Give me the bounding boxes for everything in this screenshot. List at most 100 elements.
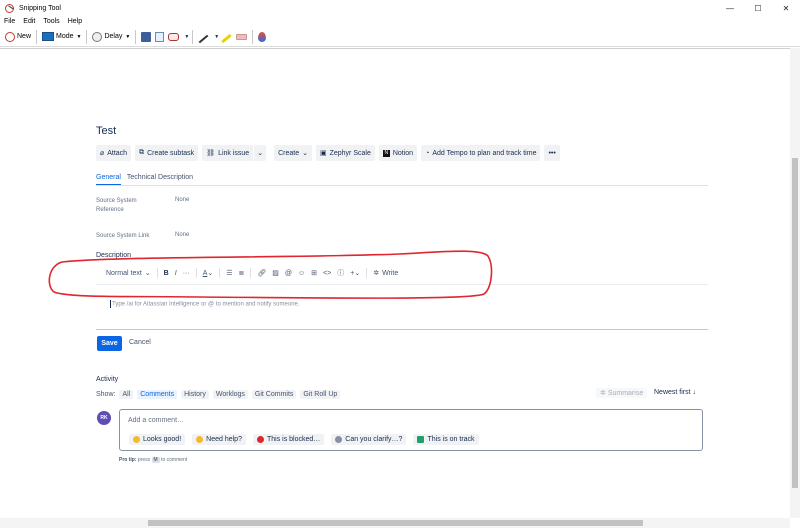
link-button[interactable]: 🔗︎	[257, 269, 266, 277]
notion-icon: N	[382, 149, 390, 157]
eraser-icon	[236, 33, 248, 40]
comment-input[interactable]: Add a comment…	[128, 417, 184, 424]
table-button[interactable]: ⊞	[311, 269, 317, 277]
minimize-button[interactable]: —	[716, 0, 744, 16]
bold-button[interactable]: B	[164, 270, 169, 277]
write-label: Write	[382, 269, 399, 277]
cancel-button[interactable]: Cancel	[129, 339, 151, 346]
link-icon: ⛓	[206, 150, 216, 157]
filter-git-roll-up[interactable]: Git Roll Up	[300, 389, 341, 399]
description-editor[interactable]: Normal text ⌄ B I ··· A⌄ ☰ ≣ 🔗︎ ▨ @ ☺ ⊞ …	[96, 262, 708, 330]
chevron-down-icon: ⌄	[257, 150, 264, 157]
summarise-button[interactable]: ✲ Summarise	[596, 388, 648, 398]
filter-all[interactable]: All	[119, 389, 134, 399]
horizontal-scrollbar[interactable]	[0, 518, 790, 528]
avatar[interactable]: RK	[97, 411, 111, 425]
editor-toolbar: Normal text ⌄ B I ··· A⌄ ☰ ≣ 🔗︎ ▨ @ ☺ ⊞ …	[106, 267, 404, 279]
sort-order-button[interactable]: Newest first ↓	[654, 389, 696, 396]
numbered-list-button[interactable]: ≣	[239, 269, 245, 277]
text-color-button[interactable]: A⌄	[203, 269, 214, 277]
insert-button[interactable]: +⌄	[350, 269, 360, 277]
delay-button[interactable]: Delay ▼	[90, 29, 132, 45]
source-system-reference-value[interactable]: None	[175, 197, 189, 203]
menu-edit[interactable]: Edit	[23, 18, 35, 25]
more-actions-button[interactable]: •••	[544, 145, 560, 161]
create-button[interactable]: Create ⌄	[274, 145, 312, 161]
save-snip-button[interactable]	[139, 29, 153, 45]
mode-icon	[42, 32, 55, 41]
tempo-button[interactable]: ◔ Add Tempo to plan and track time	[421, 145, 541, 161]
zephyr-scale-button[interactable]: ▣ Zephyr Scale	[315, 145, 375, 161]
mode-dropdown-icon[interactable]: ▼	[77, 34, 82, 40]
info-icon: ⓘ	[337, 270, 345, 277]
bullet-list-button[interactable]: ☰	[226, 269, 232, 277]
snipping-tool-icon	[4, 3, 14, 13]
ai-sparkle-icon: ✲	[373, 270, 380, 277]
mention-button[interactable]: @	[285, 270, 292, 277]
vertical-scrollbar[interactable]	[790, 48, 800, 518]
paint3d-button[interactable]	[256, 29, 268, 45]
quick-reply-need-help[interactable]: Need help?	[192, 434, 246, 445]
notion-button[interactable]: N Notion	[378, 145, 418, 161]
filter-worklogs[interactable]: Worklogs	[212, 389, 248, 399]
filter-comments[interactable]: Comments	[137, 389, 178, 399]
send-dropdown-icon[interactable]: ▼	[184, 34, 189, 40]
magnifier-icon	[335, 436, 343, 443]
subtask-icon: ⧉	[139, 149, 145, 156]
delay-dropdown-icon[interactable]: ▼	[125, 34, 130, 40]
tab-technical-description[interactable]: Technical Description	[127, 174, 193, 185]
issue-title[interactable]: Test	[96, 125, 116, 137]
menu-help[interactable]: Help	[68, 18, 82, 25]
emoji-button[interactable]: ☺	[298, 270, 305, 277]
horizontal-scroll-thumb[interactable]	[148, 520, 643, 526]
link-issue-dropdown[interactable]: ⌄	[254, 145, 267, 161]
code-icon: <>	[323, 269, 332, 277]
numbered-list-icon: ≣	[238, 270, 245, 277]
toolbar-divider	[252, 29, 254, 44]
tab-general[interactable]: General	[96, 174, 121, 185]
summarise-label: Summarise	[607, 390, 644, 397]
filter-git-commits[interactable]: Git Commits	[251, 389, 297, 399]
info-button[interactable]: ⓘ	[337, 268, 344, 278]
filter-history[interactable]: History	[181, 389, 209, 399]
quick-reply-looks-good[interactable]: Looks good!	[129, 434, 186, 445]
source-system-link-value[interactable]: None	[175, 232, 189, 238]
highlighter-icon	[221, 33, 232, 44]
send-snip-button[interactable]	[166, 29, 181, 45]
wave-icon	[196, 436, 204, 443]
description-input[interactable]: Type /ai for Atlassian Intelligence or @…	[110, 300, 300, 308]
mode-button[interactable]: Mode ▼	[40, 29, 83, 45]
italic-button[interactable]: I	[175, 270, 177, 277]
comment-box[interactable]: Add a comment… Looks good! Need help? Th…	[119, 409, 703, 451]
write-ai-button[interactable]: ✲ Write	[373, 269, 399, 278]
quick-reply-clarify[interactable]: Can you clarify…?	[331, 434, 407, 445]
toolbar-divider	[135, 29, 137, 44]
save-button[interactable]: Save	[97, 336, 122, 351]
attach-button[interactable]: ⌀ Attach	[96, 145, 132, 161]
pen-button[interactable]	[196, 29, 211, 45]
text-style-dropdown[interactable]: Normal text ⌄	[106, 269, 151, 278]
snip-toolbar: New Mode ▼ Delay ▼ ▼ ▼	[0, 27, 800, 47]
image-button[interactable]: ▨	[272, 269, 279, 277]
highlighter-button[interactable]	[219, 29, 234, 45]
copy-button[interactable]	[153, 29, 166, 45]
zephyr-label: Zephyr Scale	[329, 149, 371, 157]
save-icon	[141, 31, 152, 42]
description-label: Description	[96, 252, 132, 259]
vertical-scroll-thumb[interactable]	[792, 158, 798, 488]
create-subtask-button[interactable]: ⧉ Create subtask	[135, 145, 199, 161]
link-issue-button[interactable]: ⛓ Link issue	[202, 145, 254, 161]
code-button[interactable]: <>	[323, 270, 331, 277]
menu-tools[interactable]: Tools	[43, 18, 59, 25]
maximize-button[interactable]: ☐	[744, 0, 772, 16]
menu-file[interactable]: File	[4, 18, 15, 25]
new-snip-button[interactable]: New	[3, 29, 33, 45]
eraser-button[interactable]	[234, 29, 249, 45]
thumbs-up-icon	[133, 436, 140, 443]
quick-reply-blocked[interactable]: This is blocked…	[252, 434, 325, 445]
new-snip-icon	[5, 31, 15, 42]
quick-reply-on-track[interactable]: This is on track	[413, 434, 479, 445]
close-button[interactable]: ✕	[772, 0, 800, 16]
pro-tip-press: press	[137, 457, 151, 463]
more-formatting-button[interactable]: ···	[183, 270, 190, 277]
